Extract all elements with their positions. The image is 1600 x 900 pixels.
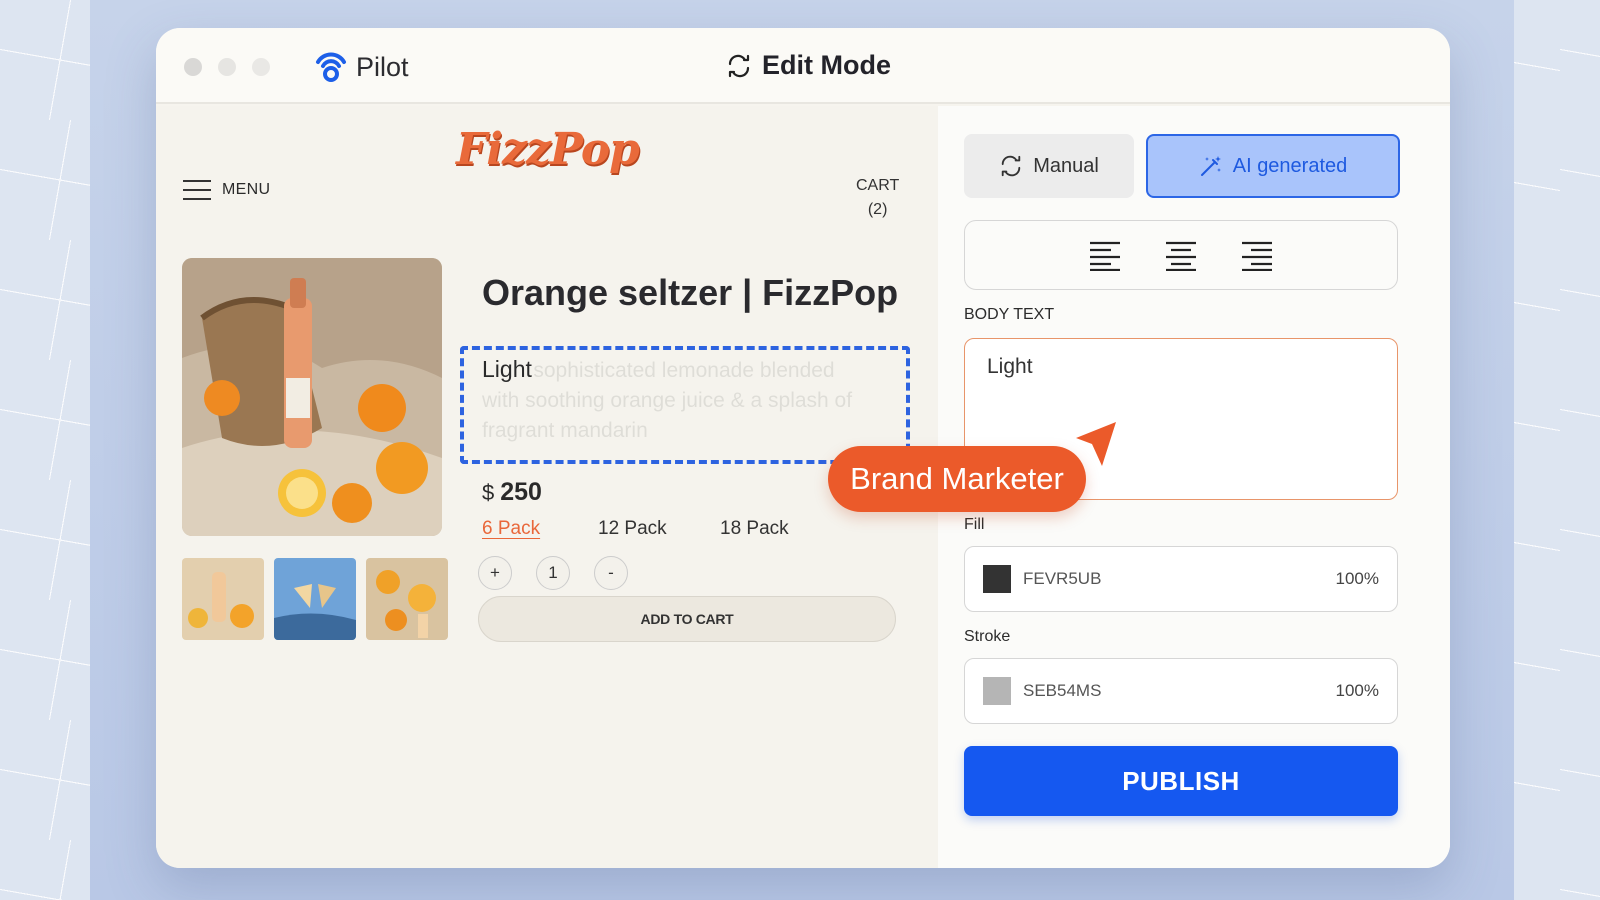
window-close-dot[interactable]	[184, 58, 202, 76]
window-maximize-dot[interactable]	[252, 58, 270, 76]
tab-manual-label: Manual	[1033, 154, 1099, 177]
stroke-opacity-value[interactable]: 100%	[1336, 681, 1379, 701]
magic-wand-icon	[1200, 156, 1221, 176]
cart-label: CART	[856, 177, 900, 194]
align-left-button[interactable]	[1088, 238, 1122, 272]
store-preview: MENU FizzPop CART (2) Orange seltzer | F…	[156, 106, 938, 868]
thumbnail-photo-2	[274, 558, 356, 640]
publish-button[interactable]: PUBLISH	[964, 746, 1398, 816]
thumbnail-2[interactable]	[274, 558, 356, 640]
fill-opacity-value[interactable]: 100%	[1336, 569, 1379, 589]
mode-label: Edit Mode	[762, 50, 891, 80]
refresh-icon	[1001, 155, 1021, 177]
edit-mode-indicator[interactable]: Edit Mode	[726, 50, 891, 81]
align-left-icon	[1090, 241, 1120, 271]
window-minimize-dot[interactable]	[218, 58, 236, 76]
product-photo	[182, 258, 442, 536]
menu-label: MENU	[222, 181, 271, 198]
selection-outline	[460, 346, 910, 464]
price-currency: $	[482, 480, 495, 505]
app-window: Pilot Edit Mode MENU FizzPop CART (2) Or…	[156, 28, 1450, 868]
text-alignment-group	[964, 220, 1398, 290]
fill-hex-value: FEVR5UB	[1023, 569, 1102, 588]
align-right-button[interactable]	[1240, 238, 1274, 272]
stroke-color-swatch[interactable]	[983, 677, 1011, 705]
cart-count: (2)	[867, 201, 888, 218]
stroke-label: Stroke	[964, 628, 1011, 645]
tab-ai-generated[interactable]: AI generated	[1146, 134, 1400, 198]
tab-ai-label: AI generated	[1232, 154, 1348, 177]
stroke-hex-value: SEB54MS	[1023, 681, 1102, 700]
fill-label: Fill	[964, 516, 985, 533]
app-name: Pilot	[356, 51, 409, 82]
fill-color-swatch[interactable]	[983, 565, 1011, 593]
collaborator-tag: Brand Marketer	[828, 446, 1086, 512]
pack-option-18[interactable]: 18 Pack	[720, 518, 789, 540]
thumbnail-3[interactable]	[366, 558, 448, 640]
generation-mode-tabs: Manual AI generated	[964, 134, 1400, 198]
product-price: $250	[482, 478, 542, 507]
cart-button[interactable]: CART (2)	[856, 174, 899, 222]
thumbnail-photo-1	[182, 558, 264, 640]
quantity-increase-button[interactable]: +	[478, 556, 512, 590]
align-right-icon	[1242, 241, 1272, 271]
product-title[interactable]: Orange seltzer | FizzPop	[482, 272, 898, 314]
thumbnail-1[interactable]	[182, 558, 264, 640]
thumbnail-strip	[182, 558, 448, 640]
title-bar: Pilot Edit Mode	[156, 28, 1450, 104]
collaborator-cursor-icon	[1076, 422, 1116, 466]
quantity-value: 1	[536, 556, 570, 590]
quantity-stepper: + 1 -	[478, 556, 628, 590]
stroke-color-field[interactable]: SEB54MS 100%	[964, 658, 1398, 724]
align-center-button[interactable]	[1164, 238, 1198, 272]
quantity-decrease-button[interactable]: -	[594, 556, 628, 590]
body-text-label: BODY TEXT	[964, 306, 1055, 323]
pilot-logo-icon	[316, 52, 346, 82]
pack-option-12[interactable]: 12 Pack	[598, 518, 720, 540]
app-brand: Pilot	[314, 50, 409, 84]
menu-button[interactable]: MENU	[182, 178, 270, 202]
tab-manual[interactable]: Manual	[964, 134, 1134, 198]
fill-color-field[interactable]: FEVR5UB 100%	[964, 546, 1398, 612]
price-value: 250	[500, 478, 542, 506]
hamburger-icon	[183, 180, 211, 200]
pack-options: 6 Pack 12 Pack 18 Pack	[482, 518, 789, 540]
product-image[interactable]	[182, 258, 442, 536]
pack-option-6[interactable]: 6 Pack	[482, 518, 598, 540]
thumbnail-photo-3	[366, 558, 448, 640]
align-center-icon	[1166, 241, 1196, 271]
add-to-cart-button[interactable]: ADD TO CART	[478, 596, 896, 642]
refresh-icon	[728, 54, 750, 77]
store-logo[interactable]: FizzPop	[456, 124, 640, 175]
